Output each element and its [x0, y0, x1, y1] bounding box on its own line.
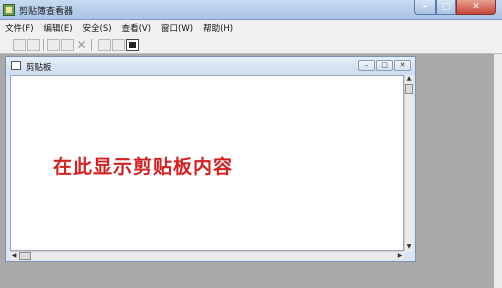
window-controls: – □ ✕ — [414, 0, 496, 16]
clipboard-content-area[interactable]: 在此显示剪贴板内容 — [10, 75, 404, 251]
menu-help[interactable]: 帮助(H) — [198, 22, 238, 34]
window-title: 剪贴簿查看器 — [19, 7, 74, 17]
disconnect-icon[interactable] — [27, 39, 40, 51]
delete-icon[interactable]: ✕ — [75, 39, 88, 51]
toolbar-separator — [91, 39, 92, 51]
menu-edit[interactable]: 编辑(E) — [39, 22, 78, 34]
scrollbar-corner — [404, 251, 413, 260]
minimize-button[interactable]: – — [414, 0, 436, 15]
clipboard-window-title: 剪贴板 — [26, 63, 52, 73]
close-button[interactable]: ✕ — [456, 0, 496, 15]
menu-view[interactable]: 查看(V) — [117, 22, 156, 34]
horizontal-scroll-thumb[interactable] — [19, 252, 31, 260]
title-bar: 剪贴簿查看器 – □ ✕ — [0, 0, 502, 20]
clipboard-window-controls: – □ ✕ — [358, 60, 411, 71]
thumbnails-icon[interactable] — [112, 39, 125, 51]
maximize-button[interactable]: □ — [436, 0, 456, 15]
vertical-scroll-thumb[interactable] — [405, 84, 413, 94]
scroll-left-icon[interactable]: ◀ — [10, 252, 18, 260]
clipbook-app-icon[interactable] — [3, 4, 15, 16]
toolbar: ✕ — [0, 36, 502, 54]
clipboard-close-button[interactable]: ✕ — [394, 60, 411, 71]
connect-icon[interactable] — [13, 39, 26, 51]
clipboard-window-icon[interactable] — [11, 61, 21, 70]
clipboard-minimize-button[interactable]: – — [358, 60, 375, 71]
menu-window[interactable]: 窗口(W) — [156, 22, 198, 34]
scroll-down-icon[interactable]: ▼ — [405, 243, 413, 251]
toolbar-separator — [43, 39, 44, 51]
vertical-scrollbar[interactable]: ▲ ▼ — [404, 75, 413, 251]
window-edge — [494, 54, 502, 288]
stop-sharing-icon[interactable] — [61, 39, 74, 51]
full-page-icon[interactable] — [126, 39, 139, 51]
scroll-right-icon[interactable]: ▶ — [396, 252, 404, 260]
horizontal-scrollbar[interactable]: ◀ ▶ — [10, 251, 404, 260]
clipboard-window: 剪贴板 – □ ✕ 在此显示剪贴板内容 ▲ ▼ ◀ ▶ — [5, 56, 416, 262]
menu-security[interactable]: 安全(S) — [78, 22, 117, 34]
clipboard-maximize-button[interactable]: □ — [376, 60, 393, 71]
scroll-up-icon[interactable]: ▲ — [405, 75, 413, 83]
menu-file[interactable]: 文件(F) — [0, 22, 39, 34]
menu-bar: 文件(F) 编辑(E) 安全(S) 查看(V) 窗口(W) 帮助(H) — [0, 20, 502, 37]
table-of-contents-icon[interactable] — [98, 39, 111, 51]
clipboard-placeholder-text: 在此显示剪贴板内容 — [53, 156, 234, 178]
clipboard-title-bar[interactable]: 剪贴板 – □ ✕ — [6, 57, 415, 75]
share-icon[interactable] — [47, 39, 60, 51]
